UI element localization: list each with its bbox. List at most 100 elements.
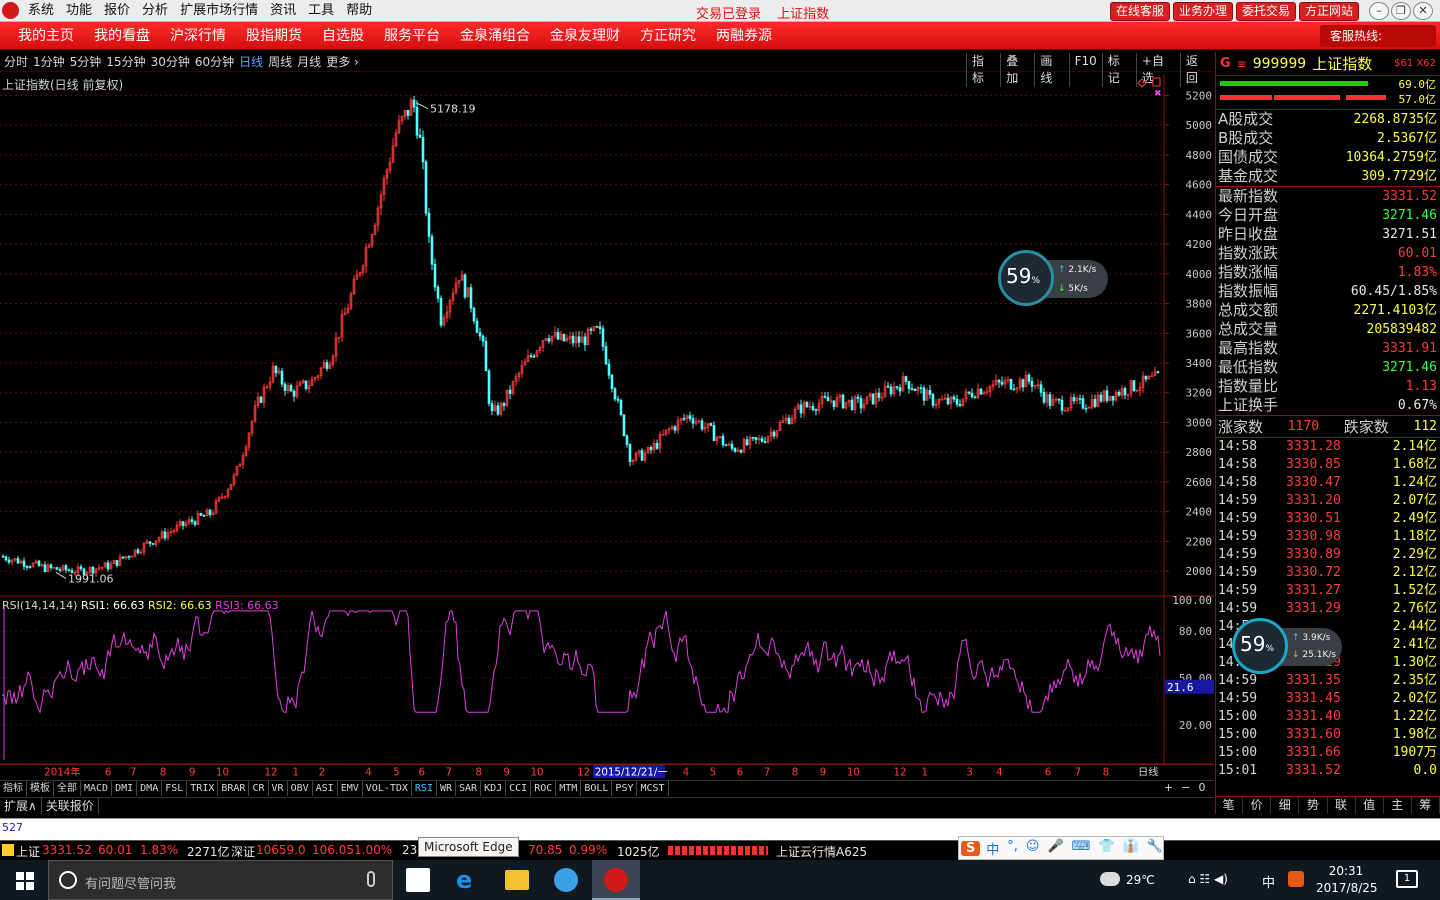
news-scroller[interactable]: 527 <box>0 818 1440 840</box>
nav-item-5[interactable]: 服务平台 <box>374 27 450 45</box>
indicator-tab-3[interactable]: MACD <box>81 781 113 796</box>
indicator-tab-19[interactable]: CCI <box>506 781 532 796</box>
nav-item-2[interactable]: 沪深行情 <box>160 27 236 45</box>
period-8[interactable]: 月线 <box>297 54 326 70</box>
menu-item-1[interactable]: 功能 <box>62 2 100 20</box>
cortana-search[interactable]: 有问题尽管问我 <box>48 860 393 900</box>
menu-item-6[interactable]: 工具 <box>304 2 342 20</box>
indicator-tab-8[interactable]: BRAR <box>218 781 250 796</box>
ime-button-2[interactable]: ☺ <box>1026 839 1040 858</box>
title-button-0[interactable]: 在线客服 <box>1110 2 1171 21</box>
indicator-control-1[interactable]: − <box>1181 781 1190 794</box>
indicator-tab-16[interactable]: WR <box>437 781 457 796</box>
period-5[interactable]: 60分钟 <box>195 54 239 70</box>
sogou-ime-icon[interactable]: S <box>961 840 981 856</box>
quote-tab-0[interactable]: 笔 <box>1215 797 1244 814</box>
cloud-quote[interactable]: 上证云行情A625 <box>776 843 867 860</box>
indicator-tab-23[interactable]: PSY <box>612 781 638 796</box>
nav-item-6[interactable]: 金泉涌组合 <box>450 27 540 45</box>
indicator-tab-13[interactable]: EMV <box>338 781 363 796</box>
indicator-tab-7[interactable]: TRIX <box>187 781 219 796</box>
ime-button-7[interactable]: 🔧 <box>1147 839 1163 858</box>
indicator-tab-14[interactable]: VOL-TDX <box>363 781 412 796</box>
title-button-2[interactable]: 委托交易 <box>1236 2 1297 21</box>
file-explorer-icon[interactable] <box>505 870 529 890</box>
bottom-tab-1[interactable]: 关联报价 <box>42 798 99 814</box>
notification-icon[interactable]: 1 <box>1396 870 1418 888</box>
indicator-tab-24[interactable]: MCST <box>637 781 669 796</box>
period-9[interactable]: 更多 › <box>326 54 364 70</box>
period-4[interactable]: 30分钟 <box>151 54 195 70</box>
period-3[interactable]: 15分钟 <box>106 54 150 70</box>
quote-tab-6[interactable]: 主 <box>1384 797 1412 814</box>
ime-indicator[interactable]: 中 <box>1262 872 1275 891</box>
menu-item-3[interactable]: 分析 <box>138 2 176 20</box>
bottom-tab-0[interactable]: 扩展∧ <box>0 798 42 814</box>
ime-button-0[interactable]: 中 <box>986 839 999 858</box>
windows-start-icon[interactable] <box>16 872 34 890</box>
nav-item-4[interactable]: 自选股 <box>312 27 374 45</box>
indicator-tab-6[interactable]: FSL <box>162 781 188 796</box>
title-button-3[interactable]: 方正网站 <box>1299 2 1360 21</box>
tick-list[interactable]: 14:58 3331.28 2.14亿 14:58 3330.85 1.68亿 14:58 3… <box>1216 438 1440 780</box>
microphone-icon[interactable] <box>367 871 375 887</box>
indicator-tab-21[interactable]: MTM <box>556 781 582 796</box>
indicator-tab-0[interactable]: 指标 <box>0 781 27 796</box>
menu-item-5[interactable]: 资讯 <box>266 2 304 20</box>
store-icon[interactable] <box>406 868 430 892</box>
active-app-tab[interactable] <box>592 860 640 900</box>
menu-item-4[interactable]: 扩展市场行情 <box>176 2 266 20</box>
ime-button-5[interactable]: 👕 <box>1098 839 1114 858</box>
ime-button-4[interactable]: ⌨ <box>1072 839 1091 858</box>
network-gauge-2[interactable]: ↑ 3.9K/s ↓ 25.1K/s 59% <box>1232 618 1342 676</box>
edge-icon[interactable]: e <box>456 868 482 892</box>
indicator-tab-15[interactable]: RSI <box>412 781 437 796</box>
weather-cloud-icon[interactable] <box>1100 872 1120 886</box>
indicator-tab-17[interactable]: SAR <box>456 781 482 796</box>
restore-icon[interactable]: ❐ <box>1391 2 1411 20</box>
quote-tab-7[interactable]: 筹 <box>1412 797 1440 814</box>
nav-item-8[interactable]: 方正研究 <box>630 27 706 45</box>
menu-item-0[interactable]: 系统 <box>24 2 62 20</box>
quote-tab-5[interactable]: 值 <box>1356 797 1384 814</box>
network-gauge[interactable]: ↑ 2.1K/s ↓ 5K/s 59% <box>998 250 1108 308</box>
indicator-tab-10[interactable]: VR <box>269 781 288 796</box>
indicator-control-2[interactable]: 0 <box>1198 781 1205 794</box>
indicator-tab-18[interactable]: KDJ <box>481 781 507 796</box>
menu-item-2[interactable]: 报价 <box>100 2 138 20</box>
period-0[interactable]: 分时 <box>4 54 33 70</box>
indicator-tab-2[interactable]: 全部 <box>54 781 81 796</box>
quote-tab-2[interactable]: 细 <box>1271 797 1300 814</box>
ime-button-1[interactable]: °, <box>1007 839 1018 858</box>
indicator-tab-5[interactable]: DMA <box>137 781 163 796</box>
indicator-tab-11[interactable]: OBV <box>288 781 313 796</box>
menu-lines-icon[interactable]: ≡ <box>1237 57 1247 71</box>
period-2[interactable]: 5分钟 <box>70 54 107 70</box>
indicator-tab-22[interactable]: BOLL <box>581 781 613 796</box>
quote-tab-4[interactable]: 联 <box>1328 797 1356 814</box>
nav-item-0[interactable]: 我的主页 <box>8 27 84 45</box>
period-6[interactable]: 日线 <box>239 54 268 70</box>
clock[interactable]: 20:31 2017/8/25 <box>1316 863 1378 897</box>
menu-item-7[interactable]: 帮助 <box>342 2 380 20</box>
ime-button-6[interactable]: 👔 <box>1123 839 1139 858</box>
ime-button-3[interactable]: 🎤 <box>1047 839 1063 858</box>
minimize-icon[interactable]: – <box>1369 2 1389 20</box>
close-icon[interactable]: ✕ <box>1413 2 1433 20</box>
quote-tab-3[interactable]: 势 <box>1299 797 1328 814</box>
indicator-tab-9[interactable]: CR <box>249 781 269 796</box>
nav-item-7[interactable]: 金泉友理财 <box>540 27 630 45</box>
ie-icon[interactable] <box>554 868 578 892</box>
indicator-control-0[interactable]: + <box>1164 781 1173 794</box>
tray-icons[interactable]: ⌂ ☷ ◀) <box>1188 872 1228 886</box>
candlestick-chart[interactable]: 5200 5000 4800 4600 4400 4200 4000 3800 3600 3400… <box>0 74 1214 764</box>
indicator-tab-20[interactable]: ROC <box>531 781 557 796</box>
indicator-tab-12[interactable]: ASI <box>313 781 338 796</box>
nav-item-3[interactable]: 股指期货 <box>236 27 312 45</box>
weather-temp[interactable]: 29℃ <box>1126 873 1155 887</box>
hotline-badge[interactable]: 客服热线: 95571 <box>1320 25 1436 67</box>
period-1[interactable]: 1分钟 <box>33 54 70 70</box>
indicator-tab-4[interactable]: DMI <box>112 781 138 796</box>
nav-item-9[interactable]: 两融券源 <box>706 27 782 45</box>
title-button-1[interactable]: 业务办理 <box>1173 2 1234 21</box>
